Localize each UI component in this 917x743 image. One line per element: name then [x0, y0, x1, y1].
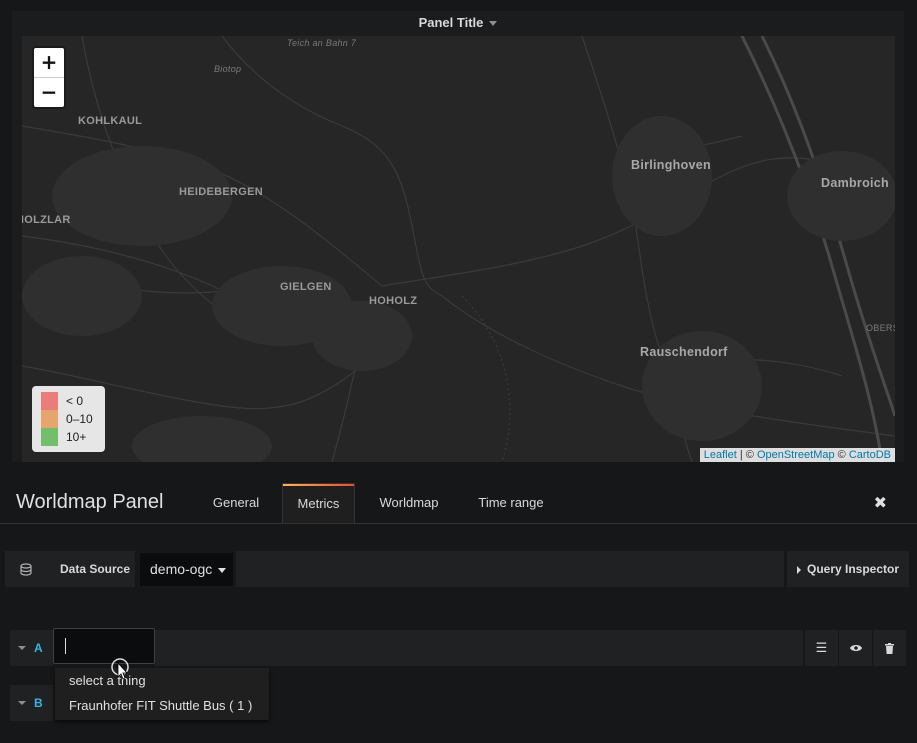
- close-icon[interactable]: ✖: [874, 493, 887, 512]
- caret-right-icon: [796, 565, 801, 574]
- attribution-separator: | ©: [736, 449, 757, 461]
- legend-item: 10+: [41, 428, 105, 446]
- attribution-separator: ©: [834, 449, 849, 461]
- chevron-down-icon[interactable]: [489, 21, 498, 27]
- query-inspector-button[interactable]: Query Inspector: [787, 551, 909, 587]
- query-header[interactable]: [10, 685, 53, 721]
- zoom-in-button[interactable]: +: [34, 48, 64, 78]
- place-label: Birlinghoven: [631, 158, 711, 172]
- legend-label: 0–10: [66, 412, 93, 426]
- map[interactable]: Teich an Bahn 7 Biotop KOHLKAUL HEIDEBER…: [22, 36, 895, 462]
- place-label: Dambroich: [821, 176, 889, 190]
- dropdown-item[interactable]: select a thing: [55, 668, 269, 693]
- tab-metrics[interactable]: Metrics: [282, 483, 355, 523]
- trash-icon[interactable]: [873, 630, 906, 666]
- place-label: Rauschendorf: [640, 345, 728, 359]
- query-letter[interactable]: A: [34, 630, 43, 666]
- tab-worldmap[interactable]: Worldmap: [366, 483, 452, 523]
- leaflet-link[interactable]: Leaflet: [704, 449, 737, 461]
- eye-icon[interactable]: [839, 630, 872, 666]
- map-legend: < 0 0–10 10+: [32, 386, 105, 452]
- zoom-control: + −: [34, 48, 64, 107]
- text-cursor: [65, 638, 66, 654]
- place-label: HOLZLAR: [22, 214, 71, 226]
- place-label: GIELGEN: [280, 281, 332, 293]
- legend-item: 0–10: [41, 410, 105, 428]
- panel-title[interactable]: Panel Title: [419, 15, 484, 30]
- query-header[interactable]: [10, 630, 53, 666]
- cartodb-link[interactable]: CartoDB: [849, 449, 891, 461]
- thing-select-input[interactable]: [53, 628, 155, 664]
- osm-link[interactable]: OpenStreetMap: [757, 449, 835, 461]
- query-spacer: [155, 630, 803, 666]
- map-roads: [22, 36, 895, 462]
- place-label: Teich an Bahn 7: [287, 38, 357, 48]
- zoom-out-button[interactable]: −: [34, 78, 64, 107]
- chevron-down-icon[interactable]: [18, 701, 26, 705]
- dropdown-item[interactable]: Fraunhofer FIT Shuttle Bus ( 1 ): [55, 693, 269, 718]
- tab-time-range[interactable]: Time range: [466, 483, 556, 523]
- panel-header[interactable]: Panel Title: [12, 11, 904, 35]
- chevron-down-icon: [218, 567, 227, 573]
- hamburger-menu-icon[interactable]: ☰: [805, 630, 838, 666]
- datasource-value: demo-ogc: [150, 561, 213, 577]
- place-label: HOHOLZ: [369, 295, 418, 307]
- database-icon: [5, 551, 47, 587]
- place-label: OBERS: [866, 323, 895, 333]
- query-row: A ☰: [10, 628, 906, 666]
- query-letter[interactable]: B: [34, 685, 43, 721]
- editor-header: Worldmap Panel General Metrics Worldmap …: [0, 483, 917, 524]
- legend-swatch: [41, 410, 58, 428]
- place-label: Biotop: [214, 64, 242, 74]
- place-label: HEIDEBERGEN: [179, 186, 263, 198]
- mouse-cursor-icon: [111, 658, 129, 680]
- datasource-label: Data Source: [47, 551, 135, 587]
- datasource-spacer: [236, 551, 784, 587]
- editor-title: Worldmap Panel: [16, 491, 164, 513]
- legend-item: < 0: [41, 392, 105, 410]
- thing-dropdown: select a thing Fraunhofer FIT Shuttle Bu…: [55, 668, 269, 720]
- datasource-select[interactable]: demo-ogc: [140, 553, 233, 586]
- legend-swatch: [41, 392, 58, 410]
- map-attribution: Leaflet | © OpenStreetMap © CartoDB: [699, 448, 895, 462]
- panel: Panel Title Teich an Bahn 7 Biotop KOHLK…: [12, 11, 904, 462]
- legend-label: < 0: [66, 394, 84, 408]
- chevron-down-icon[interactable]: [18, 646, 26, 650]
- query-inspector-label: Query Inspector: [806, 562, 900, 576]
- legend-swatch: [41, 428, 58, 446]
- place-label: KOHLKAUL: [78, 115, 143, 127]
- legend-label: 10+: [66, 430, 87, 444]
- datasource-row: Data Source demo-ogc Query Inspector: [5, 551, 909, 587]
- tab-general[interactable]: General: [198, 483, 274, 523]
- query-row: B: [10, 685, 55, 721]
